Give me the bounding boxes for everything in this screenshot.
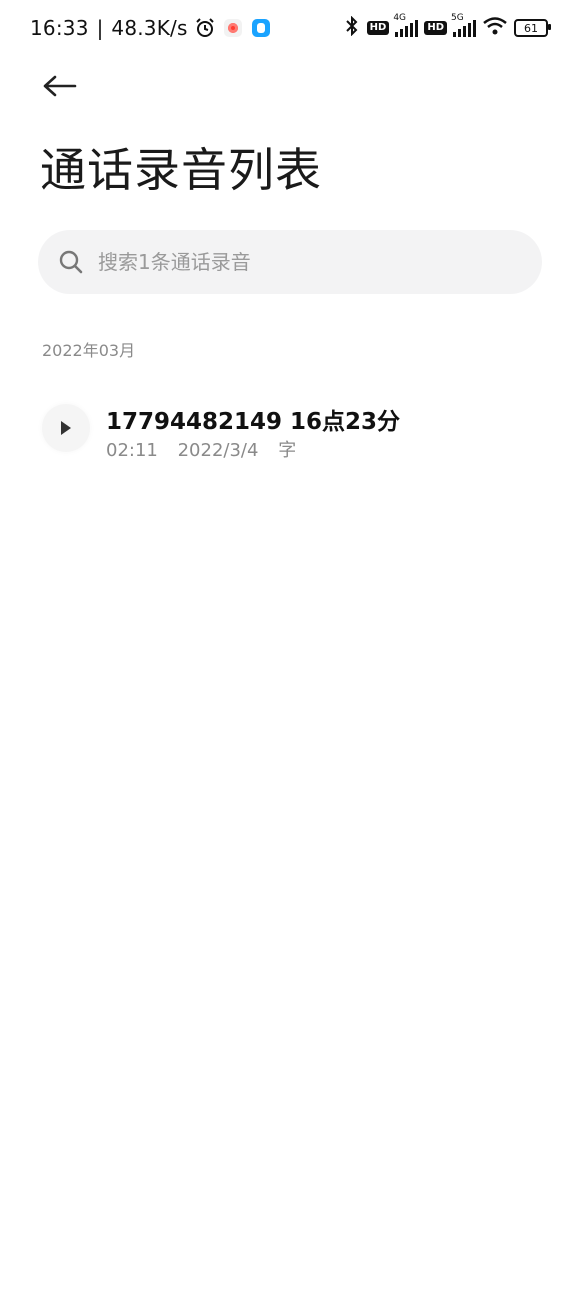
4g-label: 4G	[393, 13, 407, 23]
search-input[interactable]	[96, 249, 500, 275]
alarm-icon	[194, 17, 216, 39]
battery-icon: 61	[514, 19, 551, 37]
search-bar[interactable]	[38, 230, 542, 294]
status-bar: 16:33 | 48.3K/s HD 4G HD 5G 61	[0, 0, 580, 56]
recording-duration: 02:11	[106, 440, 158, 461]
arrow-left-icon	[43, 75, 77, 97]
play-button[interactable]	[42, 404, 90, 452]
hd-badge: HD	[366, 21, 390, 35]
play-icon	[61, 421, 71, 435]
messenger-app-icon	[250, 17, 272, 39]
status-bar-left: 16:33 | 48.3K/s	[30, 14, 272, 42]
transcript-tag: 字	[278, 440, 297, 461]
recording-date: 2022/3/4	[177, 440, 259, 461]
page-title: 通话录音列表	[40, 143, 322, 197]
4g-signal-icon: 4G	[393, 13, 419, 37]
hd-badge-2: HD	[424, 21, 447, 35]
5g-signal-icon: 5G	[451, 13, 476, 37]
recording-list-item[interactable]: 17794482149 16点23分 02:11 2022/3/4 字	[40, 398, 540, 468]
status-time: 16:33	[30, 16, 89, 40]
status-separator: |	[96, 16, 104, 40]
month-header: 2022年03月	[42, 341, 136, 360]
5g-label: 5G	[451, 13, 464, 23]
recorder-app-icon	[222, 17, 244, 39]
search-icon	[59, 250, 83, 274]
status-bar-right: HD 4G HD 5G 61	[343, 13, 551, 42]
bluetooth-icon	[343, 15, 361, 40]
wifi-icon	[482, 16, 508, 40]
network-speed: 48.3K/s	[111, 16, 188, 40]
back-button[interactable]	[38, 66, 82, 106]
recording-title: 17794482149 16点23分	[106, 409, 401, 435]
recording-meta: 02:11 2022/3/4 字	[106, 436, 310, 462]
